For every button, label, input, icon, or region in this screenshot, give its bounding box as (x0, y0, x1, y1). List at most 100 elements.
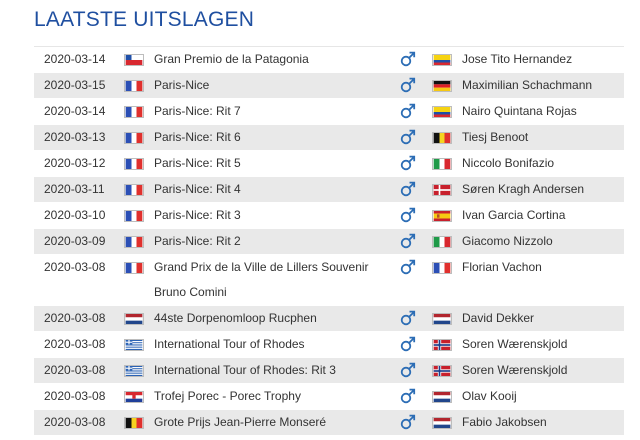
rider-link[interactable]: Niccolo Bonifazio (462, 151, 554, 176)
rider-country-flag-icon (432, 132, 452, 144)
rider-country-flag-icon (432, 158, 452, 170)
male-icon (400, 361, 416, 379)
male-icon (400, 102, 416, 120)
result-date: 2020-03-09 (44, 234, 106, 248)
result-date: 2020-03-08 (44, 415, 106, 429)
race-country-flag-icon (124, 365, 144, 377)
rider-link[interactable]: Nairo Quintana Rojas (462, 99, 577, 124)
race-link[interactable]: Grote Prijs Jean-Pierre Monseré (154, 410, 394, 435)
race-country-flag-icon (124, 158, 144, 170)
race-link[interactable]: Paris-Nice: Rit 3 (154, 203, 394, 228)
rider-country-flag-icon (432, 365, 452, 377)
rider-country-flag-icon (432, 80, 452, 92)
rider-country-flag-icon (432, 417, 452, 429)
result-row[interactable]: 2020-03-08 International Tour of Rhodes So… (34, 332, 624, 358)
race-country-flag-icon (124, 54, 144, 66)
rider-link[interactable]: Jose Tito Hernandez (462, 47, 572, 72)
male-icon (400, 309, 416, 327)
rider-link[interactable]: Søren Kragh Andersen (462, 177, 584, 202)
result-row[interactable]: 2020-03-14 Gran Premio de la Patagonia Jos… (34, 47, 624, 73)
male-icon (400, 50, 416, 68)
result-row[interactable]: 2020-03-10 Paris-Nice: Rit 3 Ivan Garcia C… (34, 203, 624, 229)
result-date: 2020-03-08 (44, 311, 106, 325)
result-date: 2020-03-15 (44, 78, 106, 92)
race-link[interactable]: Paris-Nice: Rit 4 (154, 177, 394, 202)
male-icon (400, 76, 416, 94)
rider-link[interactable]: Soren Wærenskjold (462, 358, 567, 383)
male-icon (400, 387, 416, 405)
race-link[interactable]: Paris-Nice: Rit 5 (154, 151, 394, 176)
race-country-flag-icon (124, 210, 144, 222)
male-icon (400, 335, 416, 353)
result-date: 2020-03-08 (44, 337, 106, 351)
race-link[interactable]: 44ste Dorpenomloop Rucphen (154, 306, 394, 331)
rider-link[interactable]: Giacomo Nizzolo (462, 229, 553, 254)
race-link[interactable]: International Tour of Rhodes (154, 332, 394, 357)
race-country-flag-icon (124, 80, 144, 92)
result-date: 2020-03-11 (44, 182, 105, 196)
results-table: 2020-03-14 Gran Premio de la Patagonia Jos… (34, 46, 624, 436)
result-date: 2020-03-10 (44, 208, 106, 222)
male-icon (400, 232, 416, 250)
rider-link[interactable]: Maximilian Schachmann (462, 73, 592, 98)
race-link[interactable]: Paris-Nice: Rit 6 (154, 125, 394, 150)
male-icon (400, 154, 416, 172)
rider-country-flag-icon (432, 236, 452, 248)
rider-link[interactable]: Fabio Jakobsen (462, 410, 547, 435)
race-link[interactable]: Paris-Nice (154, 73, 394, 98)
race-country-flag-icon (124, 339, 144, 351)
male-icon (400, 258, 416, 276)
result-row[interactable]: 2020-03-08 44ste Dorpenomloop Rucphen Davi… (34, 306, 624, 332)
race-link[interactable]: Grand Prix de la Ville de Lillers Souven… (154, 255, 394, 305)
rider-country-flag-icon (432, 262, 452, 274)
race-link[interactable]: Trofej Porec - Porec Trophy (154, 384, 394, 409)
male-icon (400, 206, 416, 224)
result-row[interactable]: 2020-03-08 Grote Prijs Jean-Pierre Monser… (34, 410, 624, 436)
result-row[interactable]: 2020-03-09 Paris-Nice: Rit 2 Giacomo Nizzo… (34, 229, 624, 255)
rider-link[interactable]: Tiesj Benoot (462, 125, 528, 150)
result-row[interactable]: 2020-03-14 Paris-Nice: Rit 7 Nairo Quintan… (34, 99, 624, 125)
race-link[interactable]: Gran Premio de la Patagonia (154, 47, 394, 72)
rider-country-flag-icon (432, 339, 452, 351)
rider-country-flag-icon (432, 184, 452, 196)
result-row[interactable]: 2020-03-08 Trofej Porec - Porec Trophy Ola… (34, 384, 624, 410)
rider-country-flag-icon (432, 391, 452, 403)
rider-country-flag-icon (432, 313, 452, 325)
race-country-flag-icon (124, 262, 144, 274)
race-country-flag-icon (124, 417, 144, 429)
rider-country-flag-icon (432, 54, 452, 66)
rider-link[interactable]: Olav Kooij (462, 384, 517, 409)
race-country-flag-icon (124, 106, 144, 118)
race-link[interactable]: International Tour of Rhodes: Rit 3 (154, 358, 394, 383)
result-row[interactable]: 2020-03-08 International Tour of Rhodes: … (34, 358, 624, 384)
male-icon (400, 128, 416, 146)
race-country-flag-icon (124, 313, 144, 325)
race-country-flag-icon (124, 391, 144, 403)
rider-link[interactable]: Florian Vachon (462, 255, 542, 280)
race-country-flag-icon (124, 184, 144, 196)
page-title: LAATSTE UITSLAGEN (34, 8, 255, 31)
male-icon (400, 180, 416, 198)
race-link[interactable]: Paris-Nice: Rit 2 (154, 229, 394, 254)
result-row[interactable]: 2020-03-13 Paris-Nice: Rit 6 Tiesj Benoot (34, 125, 624, 151)
rider-country-flag-icon (432, 210, 452, 222)
race-country-flag-icon (124, 132, 144, 144)
result-row[interactable]: 2020-03-08 Grand Prix de la Ville de Lill… (34, 255, 624, 306)
result-date: 2020-03-08 (44, 363, 106, 377)
result-row[interactable]: 2020-03-15 Paris-Nice Maximilian Schachman… (34, 73, 624, 99)
result-row[interactable]: 2020-03-11 Paris-Nice: Rit 4 Søren Kragh A… (34, 177, 624, 203)
rider-link[interactable]: Ivan Garcia Cortina (462, 203, 565, 228)
result-date: 2020-03-08 (44, 389, 106, 403)
result-date: 2020-03-08 (44, 260, 106, 274)
result-date: 2020-03-14 (44, 52, 106, 66)
male-icon (400, 413, 416, 431)
rider-country-flag-icon (432, 106, 452, 118)
rider-link[interactable]: David Dekker (462, 306, 534, 331)
result-date: 2020-03-12 (44, 156, 106, 170)
race-country-flag-icon (124, 236, 144, 248)
race-link[interactable]: Paris-Nice: Rit 7 (154, 99, 394, 124)
rider-link[interactable]: Soren Wærenskjold (462, 332, 567, 357)
result-date: 2020-03-13 (44, 130, 106, 144)
result-date: 2020-03-14 (44, 104, 106, 118)
result-row[interactable]: 2020-03-12 Paris-Nice: Rit 5 Niccolo Bonif… (34, 151, 624, 177)
